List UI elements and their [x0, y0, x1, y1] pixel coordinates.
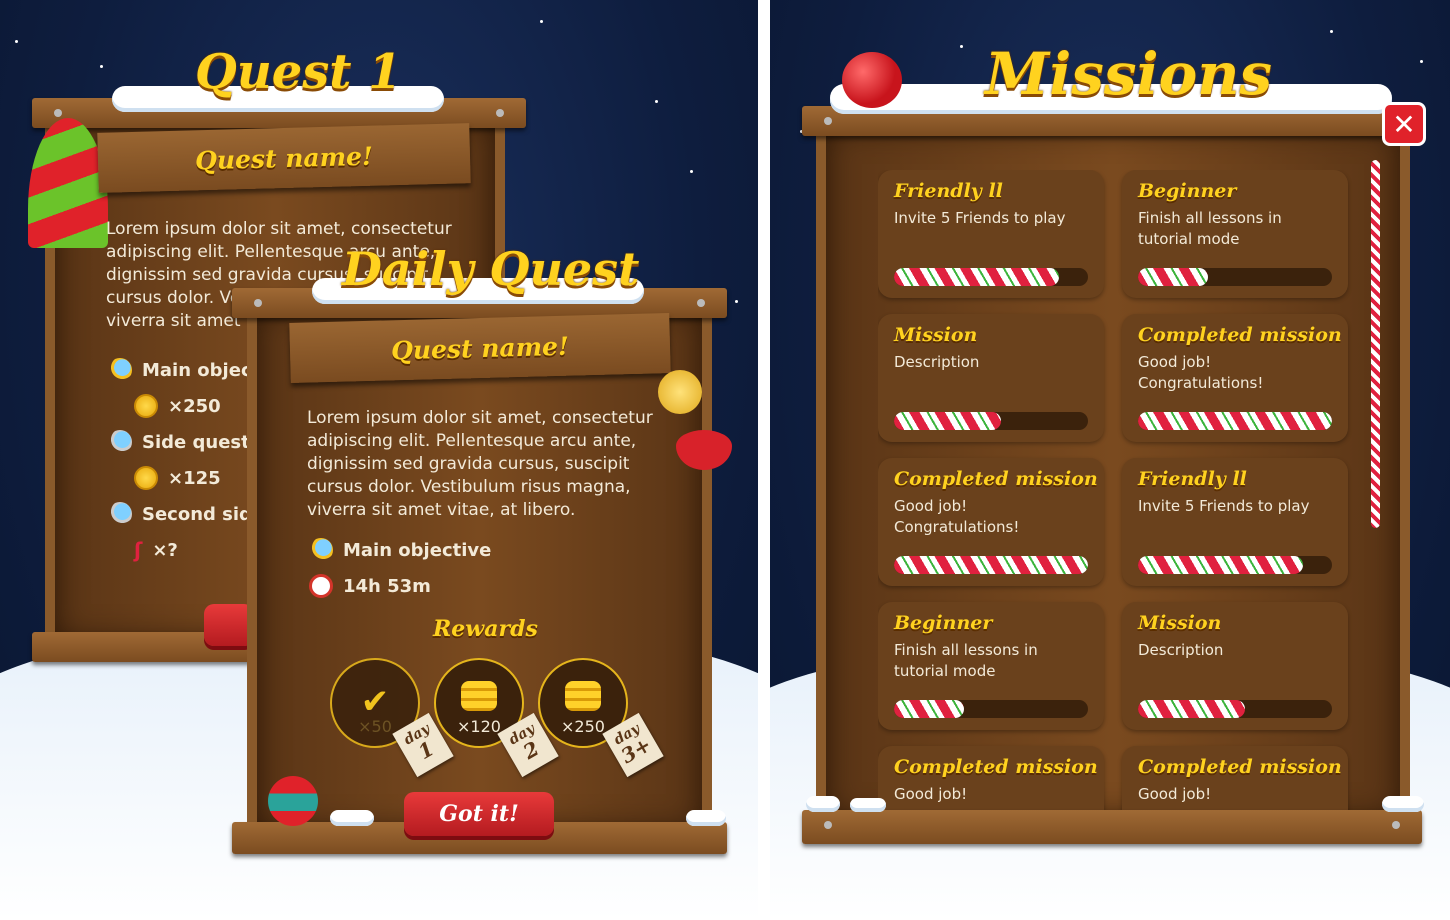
- star: [1330, 30, 1333, 33]
- bottom-beam: [802, 810, 1422, 844]
- mission-description: Good job! Congratulations!: [1138, 353, 1264, 392]
- mission-description: Invite 5 Friends to play: [894, 209, 1066, 227]
- star: [1420, 60, 1423, 63]
- main-objective-label: Main objective: [343, 539, 492, 561]
- mission-description: Description: [1138, 641, 1224, 659]
- close-icon: ✕: [1392, 107, 1416, 141]
- mission-description: Description: [894, 353, 980, 371]
- ornament-teal-icon: [268, 776, 318, 826]
- mission-title: Friendly ll: [1138, 468, 1247, 490]
- mission-description: Good job!: [1138, 785, 1212, 803]
- missions-title: Missions: [985, 40, 1273, 108]
- christmas-ball-icon: [842, 52, 902, 108]
- star: [735, 300, 738, 303]
- progress-bar: [1138, 412, 1332, 430]
- quest1-plank-title: Quest name!: [194, 141, 374, 175]
- reward-amount: ×120: [457, 717, 501, 736]
- mission-title: Completed mission: [1138, 756, 1342, 778]
- missions-list[interactable]: Friendly ll Invite 5 Friends to play Begin…: [878, 170, 1358, 810]
- magnifier-icon: [108, 430, 132, 454]
- clock-icon: [309, 574, 333, 598]
- magnifier-icon: [108, 502, 132, 526]
- mission-card[interactable]: Beginner Finish all lessons in tutorial m…: [878, 602, 1104, 730]
- reward-amount: ×50: [358, 717, 392, 736]
- mission-card[interactable]: Completed mission Good job! Congratulatio…: [878, 458, 1104, 586]
- mission-title: Beginner: [894, 612, 993, 634]
- objective-label: Second side quest: [142, 503, 248, 525]
- reward-amount: ×250: [561, 717, 605, 736]
- progress-bar: [894, 268, 1088, 286]
- mission-description: Invite 5 Friends to play: [1138, 497, 1310, 515]
- coin-icon: [134, 466, 158, 490]
- mission-description: Good job! Congratulations!: [894, 497, 1020, 536]
- quest-scene: Quest 1 Quest name! Lorem ipsum dolor si…: [0, 0, 758, 920]
- mission-title: Completed mission: [894, 756, 1098, 778]
- star: [690, 170, 693, 173]
- mission-card[interactable]: Mission Description: [878, 314, 1104, 442]
- mission-description: Finish all lessons in tutorial mode: [894, 641, 1038, 680]
- progress-bar: [894, 412, 1088, 430]
- star: [15, 40, 18, 43]
- mission-card[interactable]: Completed mission Good job!: [1122, 746, 1348, 810]
- mission-title: Mission: [1138, 612, 1222, 634]
- progress-fill: [894, 556, 1088, 574]
- mission-title: Mission: [894, 324, 978, 346]
- reward-amount: ×?: [152, 539, 178, 561]
- star: [540, 20, 543, 23]
- mission-card[interactable]: Friendly ll Invite 5 Friends to play: [1122, 458, 1348, 586]
- mission-card[interactable]: Beginner Finish all lessons in tutorial m…: [1122, 170, 1348, 298]
- mission-title: Beginner: [1138, 180, 1237, 202]
- progress-bar: [1138, 700, 1332, 718]
- mission-title: Completed mission: [1138, 324, 1342, 346]
- quest1-objectives: Main objective ×250 Side quest ×125 Seco…: [100, 350, 248, 580]
- mission-card[interactable]: Mission Description: [1122, 602, 1348, 730]
- mission-title: Completed mission: [894, 468, 1098, 490]
- timer-label: 14h 53m: [343, 575, 431, 597]
- mission-card[interactable]: Friendly ll Invite 5 Friends to play: [878, 170, 1104, 298]
- progress-fill: [894, 700, 964, 718]
- magnifier-icon: [108, 358, 132, 382]
- reward-amount: ×125: [168, 467, 221, 489]
- daily-plank-title: Quest name!: [390, 331, 570, 365]
- coin-icon: [134, 394, 158, 418]
- checkmark-icon: ✔: [360, 682, 390, 722]
- ornament-gold-icon: [658, 370, 702, 414]
- mission-card[interactable]: Completed mission Good job!: [878, 746, 1104, 810]
- star: [655, 100, 658, 103]
- progress-bar: [1138, 556, 1332, 574]
- quest1-title: Quest 1: [195, 44, 402, 100]
- mission-description: Good job!: [894, 785, 968, 803]
- candy-cane-icon: ʃ: [134, 538, 143, 562]
- progress-fill: [1138, 268, 1208, 286]
- daily-quest-title: Daily Quest: [342, 242, 640, 296]
- progress-bar: [1138, 268, 1332, 286]
- progress-bar: [894, 556, 1088, 574]
- progress-fill: [894, 268, 1059, 286]
- mission-description: Finish all lessons in tutorial mode: [1138, 209, 1282, 248]
- got-it-button[interactable]: Got it!: [404, 792, 554, 836]
- coin-stack-snowflake-icon: [565, 681, 601, 711]
- objective-label: Main objective: [142, 359, 248, 381]
- mission-card[interactable]: Completed mission Good job! Congratulatio…: [1122, 314, 1348, 442]
- close-button[interactable]: ✕: [1382, 102, 1426, 146]
- progress-fill: [1138, 556, 1303, 574]
- reward-amount: ×250: [168, 395, 221, 417]
- star: [960, 45, 963, 48]
- star: [100, 65, 103, 68]
- objective-label: Side quest: [142, 431, 248, 453]
- progress-bar: [894, 700, 1088, 718]
- mission-title: Friendly ll: [894, 180, 1003, 202]
- daily-description: Lorem ipsum dolor sit amet, consectetur …: [307, 408, 653, 520]
- progress-fill: [1138, 700, 1245, 718]
- magnifier-icon: [309, 538, 333, 562]
- progress-fill: [1138, 412, 1332, 430]
- progress-fill: [894, 412, 1001, 430]
- rewards-title: Rewards: [433, 616, 538, 642]
- scrollbar[interactable]: [1371, 160, 1380, 528]
- coin-stack-icon: [461, 681, 497, 711]
